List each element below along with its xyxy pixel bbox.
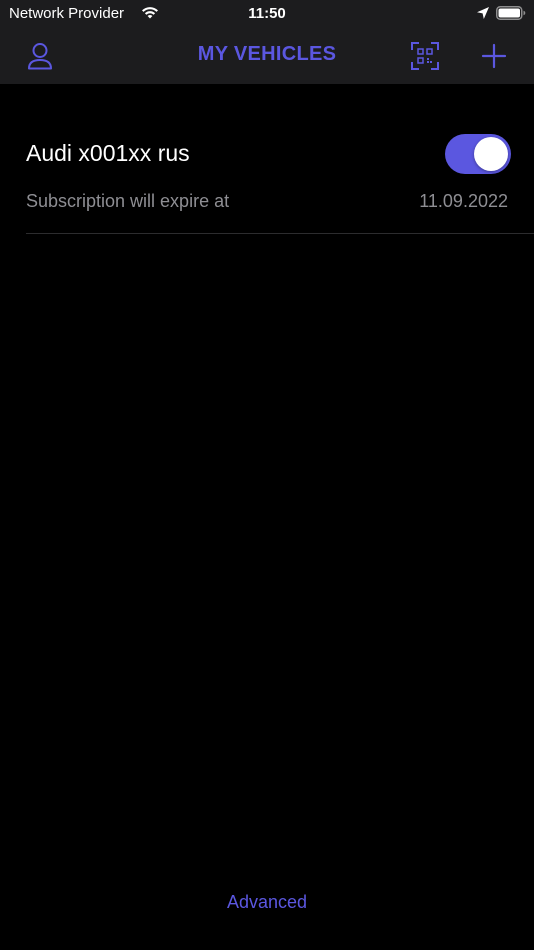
page-title: MY VEHICLES	[197, 43, 337, 65]
location-arrow-icon	[477, 7, 489, 19]
subscription-expiry-date: 11.09.2022	[419, 191, 508, 211]
plus-icon	[481, 43, 507, 69]
vehicle-list-item[interactable]: Audi x001xx rus Subscription will expire…	[26, 126, 534, 234]
vehicle-name: Audi x001xx rus	[26, 140, 190, 166]
advanced-link[interactable]: Advanced	[0, 892, 534, 913]
scan-qr-button[interactable]	[405, 36, 445, 76]
toggle-knob	[474, 137, 508, 171]
navigation-bar: MY VEHICLES	[0, 28, 534, 84]
subscription-label: Subscription will expire at	[26, 191, 230, 211]
status-bar: Network Provider 11:50	[0, 0, 534, 28]
add-vehicle-button[interactable]	[474, 36, 514, 76]
battery-icon	[496, 6, 526, 20]
status-time: 11:50	[248, 5, 286, 22]
qr-code-scan-icon	[411, 42, 439, 70]
vehicle-enabled-toggle[interactable]	[445, 134, 511, 174]
